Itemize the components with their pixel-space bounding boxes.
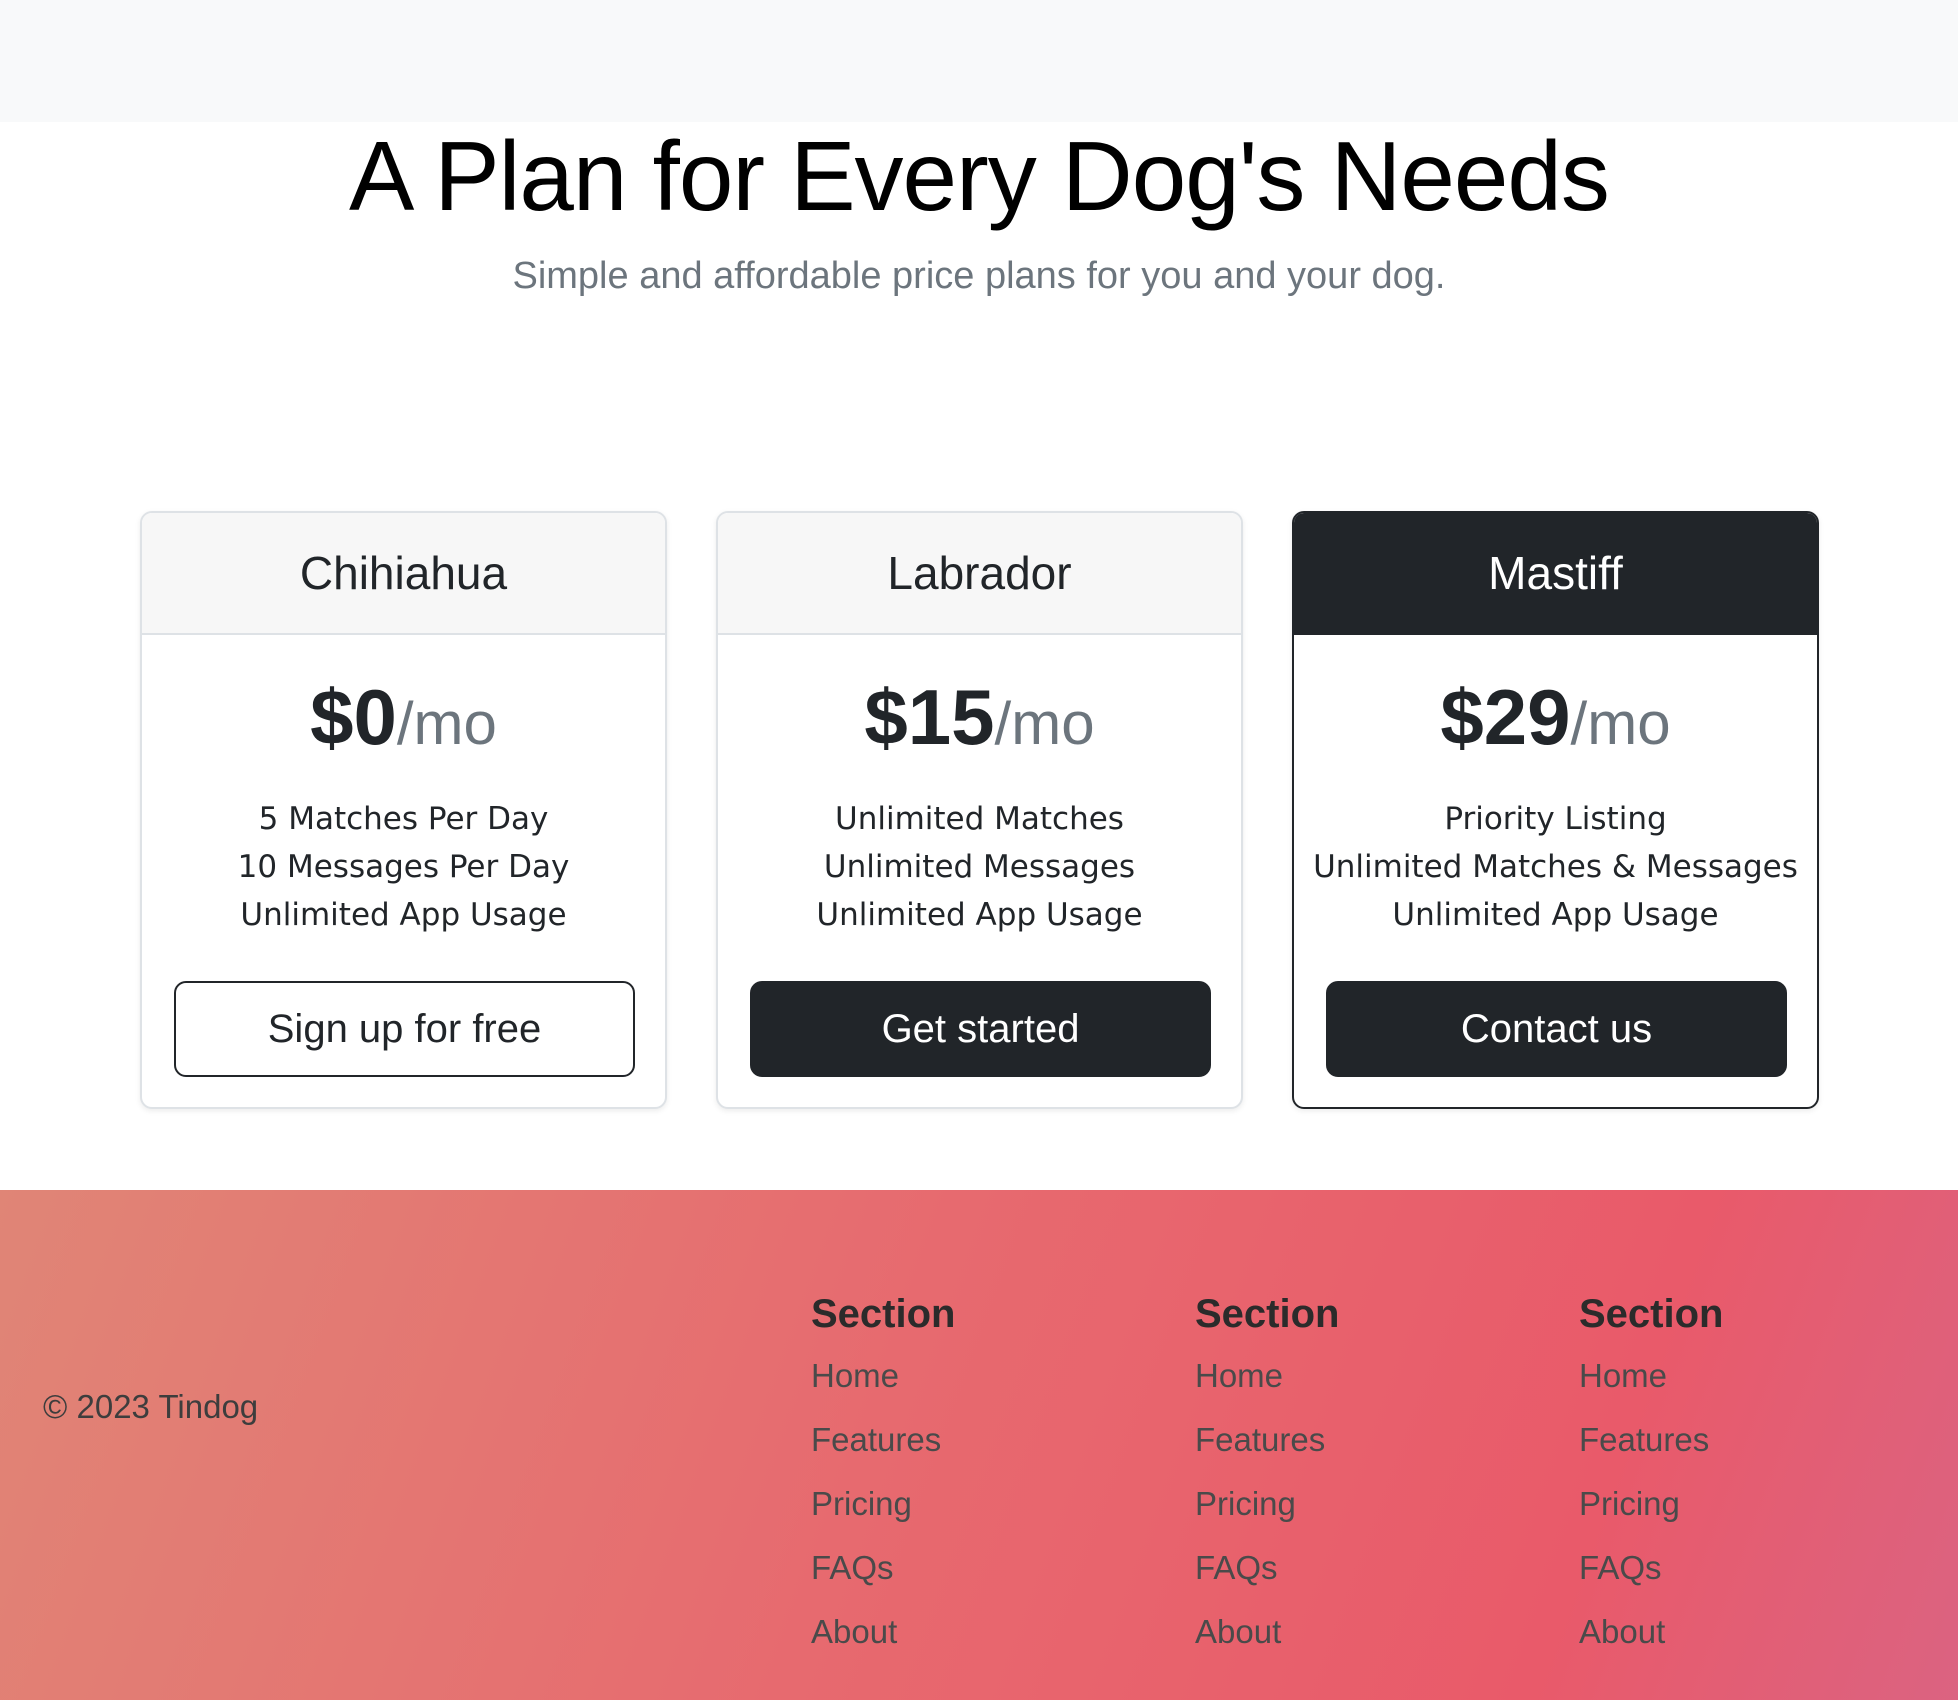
plan-name: Labrador bbox=[718, 513, 1241, 635]
price-unit: /mo bbox=[396, 690, 497, 757]
copyright-text: © 2023 Tindog bbox=[43, 1388, 259, 1425]
footer-section-1: Section Home Features Pricing FAQs About bbox=[811, 1290, 1111, 1664]
plan-feature: Priority Listing bbox=[1444, 800, 1667, 837]
get-started-button[interactable]: Get started bbox=[750, 981, 1211, 1077]
plan-feature: Unlimited Matches & Messages bbox=[1313, 848, 1798, 885]
price-unit: /mo bbox=[994, 690, 1095, 757]
plan-price: $15/mo bbox=[718, 671, 1241, 765]
footer-link-features[interactable]: Features bbox=[1195, 1421, 1325, 1458]
price-unit: /mo bbox=[1570, 690, 1671, 757]
footer-link-pricing[interactable]: Pricing bbox=[811, 1485, 912, 1522]
price-amount: $15 bbox=[864, 673, 995, 761]
plan-features: Unlimited Matches Unlimited Messages Unl… bbox=[718, 795, 1241, 939]
sign-up-button[interactable]: Sign up for free bbox=[174, 981, 635, 1077]
plan-feature: Unlimited Matches bbox=[835, 800, 1124, 837]
footer-section-heading: Section bbox=[811, 1292, 956, 1336]
footer-link-home[interactable]: Home bbox=[1195, 1357, 1283, 1394]
plan-card-labrador: Labrador $15/mo Unlimited Matches Unlimi… bbox=[716, 511, 1243, 1109]
plan-feature: Unlimited App Usage bbox=[816, 896, 1143, 933]
plan-price: $0/mo bbox=[142, 671, 665, 765]
footer-section-heading: Section bbox=[1195, 1292, 1340, 1336]
plan-feature: 10 Messages Per Day bbox=[237, 848, 570, 885]
footer-links: Home Features Pricing FAQs About bbox=[811, 1344, 1111, 1664]
footer-links: Home Features Pricing FAQs About bbox=[1579, 1344, 1879, 1664]
footer: © 2023 Tindog Section Home Features Pric… bbox=[0, 1190, 1958, 1700]
footer-link-about[interactable]: About bbox=[811, 1613, 897, 1650]
plan-feature: Unlimited App Usage bbox=[240, 896, 567, 933]
top-band bbox=[0, 0, 1958, 122]
footer-section-heading: Section bbox=[1579, 1292, 1724, 1336]
price-amount: $0 bbox=[310, 673, 397, 761]
plan-feature: Unlimited App Usage bbox=[1392, 896, 1719, 933]
plan-card-chihiahua: Chihiahua $0/mo 5 Matches Per Day 10 Mes… bbox=[140, 511, 667, 1109]
plan-features: 5 Matches Per Day 10 Messages Per Day Un… bbox=[142, 795, 665, 939]
footer-link-home[interactable]: Home bbox=[1579, 1357, 1667, 1394]
plan-feature: 5 Matches Per Day bbox=[258, 800, 549, 837]
footer-link-about[interactable]: About bbox=[1195, 1613, 1281, 1650]
price-amount: $29 bbox=[1440, 673, 1571, 761]
footer-section-2: Section Home Features Pricing FAQs About bbox=[1195, 1290, 1495, 1664]
footer-links: Home Features Pricing FAQs About bbox=[1195, 1344, 1495, 1664]
plan-name: Mastiff bbox=[1294, 513, 1817, 635]
footer-link-pricing[interactable]: Pricing bbox=[1579, 1485, 1680, 1522]
pricing-subtitle: Simple and affordable price plans for yo… bbox=[512, 255, 1446, 297]
footer-link-pricing[interactable]: Pricing bbox=[1195, 1485, 1296, 1522]
contact-us-button[interactable]: Contact us bbox=[1326, 981, 1787, 1077]
plan-price: $29/mo bbox=[1294, 671, 1817, 765]
plan-card-mastiff: Mastiff $29/mo Priority Listing Unlimite… bbox=[1292, 511, 1819, 1109]
footer-link-features[interactable]: Features bbox=[811, 1421, 941, 1458]
plan-features: Priority Listing Unlimited Matches & Mes… bbox=[1294, 795, 1817, 939]
pricing-title: A Plan for Every Dog's Needs bbox=[349, 121, 1610, 231]
footer-link-faqs[interactable]: FAQs bbox=[1579, 1549, 1662, 1586]
plan-name: Chihiahua bbox=[142, 513, 665, 635]
footer-link-faqs[interactable]: FAQs bbox=[1195, 1549, 1278, 1586]
footer-link-home[interactable]: Home bbox=[811, 1357, 899, 1394]
plan-feature: Unlimited Messages bbox=[823, 848, 1136, 885]
footer-section-3: Section Home Features Pricing FAQs About bbox=[1579, 1290, 1879, 1664]
footer-link-faqs[interactable]: FAQs bbox=[811, 1549, 894, 1586]
footer-link-features[interactable]: Features bbox=[1579, 1421, 1709, 1458]
footer-link-about[interactable]: About bbox=[1579, 1613, 1665, 1650]
